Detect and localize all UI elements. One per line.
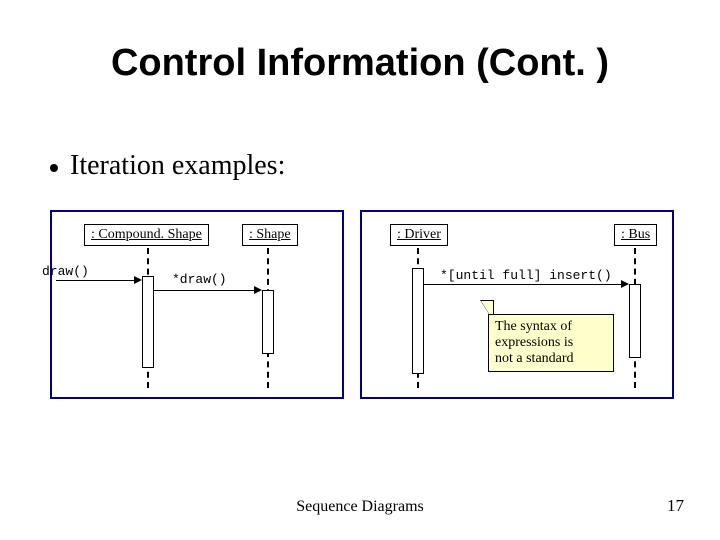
object-bus: : Bus bbox=[614, 224, 657, 246]
arrow-head-icon bbox=[621, 280, 629, 288]
page-number: 17 bbox=[667, 496, 684, 516]
slide-title: Control Information (Cont. ) bbox=[0, 42, 720, 85]
bullet-text: Iteration examples: bbox=[70, 150, 285, 181]
note-line: expressions is bbox=[495, 335, 607, 351]
arrow bbox=[153, 290, 255, 291]
arrow bbox=[56, 280, 134, 281]
arrow bbox=[423, 284, 623, 285]
arrow-head-icon bbox=[254, 286, 262, 294]
activation-bar bbox=[629, 284, 641, 358]
bullet-item: Iteration examples: bbox=[50, 150, 285, 182]
arrow-head-icon bbox=[134, 276, 142, 284]
object-driver: : Driver bbox=[390, 224, 448, 246]
message-insert: *[until full] insert() bbox=[440, 268, 612, 283]
note-line: The syntax of bbox=[495, 319, 607, 335]
footer-text: Sequence Diagrams bbox=[0, 498, 720, 516]
activation-bar bbox=[262, 290, 274, 354]
syntax-note: The syntax of expressions is not a stand… bbox=[488, 314, 614, 372]
bullet-dot-icon bbox=[50, 164, 58, 172]
note-line: not a standard bbox=[495, 351, 607, 367]
diagram-panel-right: : Driver : Bus *[until full] insert() Th… bbox=[360, 210, 674, 399]
object-shape: : Shape bbox=[242, 224, 298, 246]
message-draw: draw() bbox=[42, 264, 89, 279]
message-star-draw: *draw() bbox=[172, 272, 227, 287]
object-compound-shape: : Compound. Shape bbox=[84, 224, 209, 246]
diagram-panel-left: : Compound. Shape : Shape draw() *draw() bbox=[50, 210, 344, 399]
